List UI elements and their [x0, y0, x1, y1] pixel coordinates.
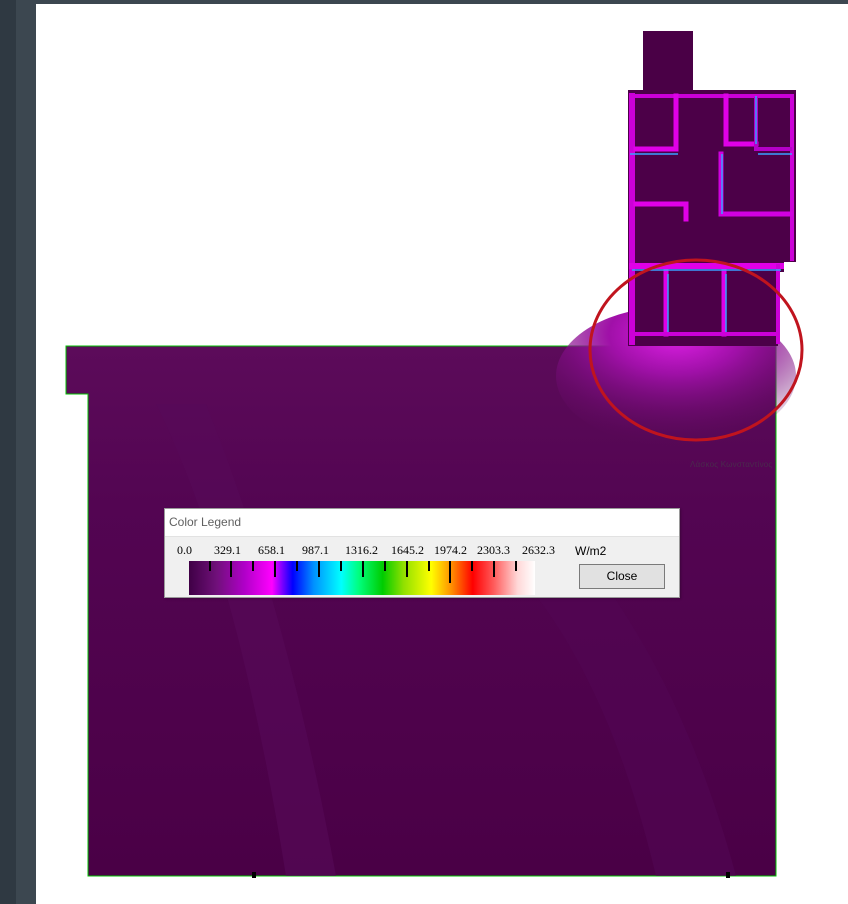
author-label: Λάσκος Κωνσταντίνος [690, 460, 773, 469]
legend-minor-tick [428, 561, 430, 571]
legend-major-tick [493, 561, 495, 577]
legend-major-tick [406, 561, 408, 577]
marker [252, 872, 256, 878]
tower-stub [643, 31, 693, 91]
dialog-titlebar[interactable]: Color Legend [165, 509, 679, 537]
legend-minor-tick [209, 561, 211, 571]
legend-tick-label: 329.1 [214, 543, 241, 557]
legend-minor-tick [296, 561, 298, 571]
legend-tick-label: 1974.2 [434, 543, 467, 557]
legend-tick-label: 0.0 [177, 543, 192, 557]
legend-minor-tick [471, 561, 473, 571]
legend-color-bar [189, 561, 535, 595]
irradiance-plan [65, 31, 804, 878]
legend-tick-label: 1316.2 [345, 543, 378, 557]
legend-minor-tick [515, 561, 517, 571]
legend-unit: W/m2 [575, 544, 607, 558]
legend-tick-label: 2632.3 [522, 543, 555, 557]
legend-major-tick [449, 561, 451, 583]
legend-major-tick [318, 561, 320, 577]
tower-body [628, 90, 796, 346]
window-frame: Λάσκος Κωνσταντίνος [16, 0, 848, 904]
close-button[interactable]: Close [579, 564, 665, 589]
legend-major-tick [274, 561, 276, 577]
legend-tick-label: 1645.2 [391, 543, 424, 557]
legend-tick-label: 2303.3 [477, 543, 510, 557]
legend-tick-label: 658.1 [258, 543, 285, 557]
legend-tick-label: 987.1 [302, 543, 329, 557]
legend-minor-tick [340, 561, 342, 571]
legend-major-tick [362, 561, 364, 577]
dialog-title: Color Legend [169, 515, 242, 529]
legend-minor-tick [252, 561, 254, 571]
legend-minor-tick [384, 561, 386, 571]
legend-major-tick [230, 561, 232, 577]
marker [726, 872, 730, 878]
plan-canvas: Λάσκος Κωνσταντίνος [36, 4, 848, 904]
color-legend-dialog: Color Legend 0.0 329.1 658.1 987.1 1316.… [164, 508, 680, 598]
